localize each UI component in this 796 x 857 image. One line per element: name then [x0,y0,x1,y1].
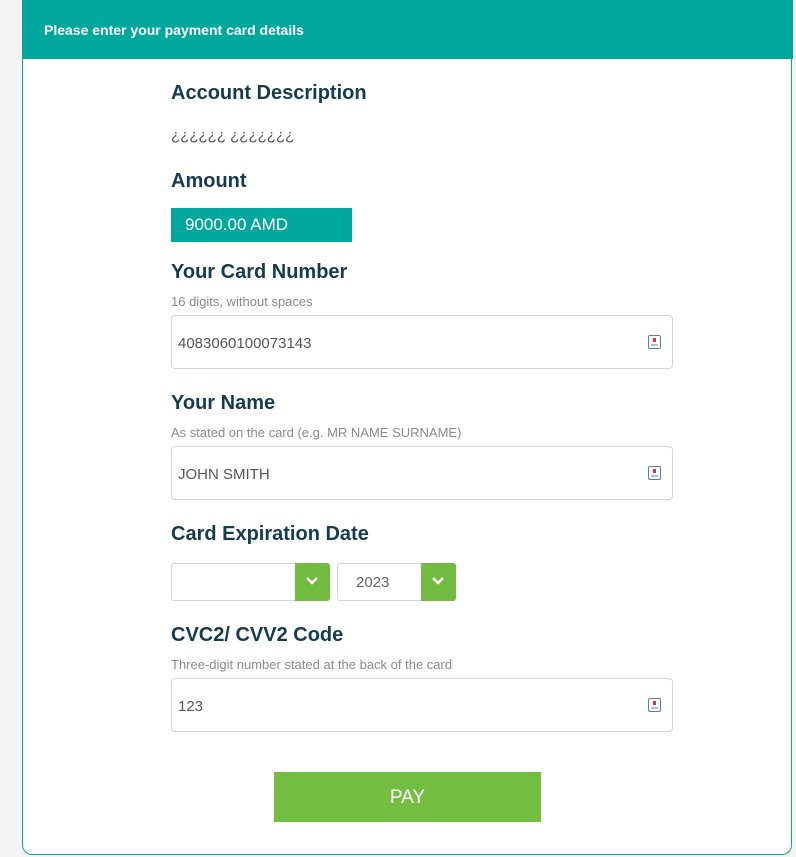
expiry-year-value: 2023 [356,574,390,591]
cvc-label: CVC2/ CVV2 Code [171,624,344,646]
card-number-input[interactable] [172,316,640,370]
virtual-keyboard-icon[interactable] [648,698,661,712]
expiry-year-select[interactable]: 2023 [337,563,456,601]
card-number-hint: 16 digits, without spaces [171,294,313,309]
account-description-value: ¿¿¿¿¿¿ ¿¿¿¿¿¿¿ [171,127,295,144]
account-description-label: Account Description [171,82,367,104]
chevron-down-icon[interactable] [295,563,330,601]
pay-button[interactable]: PAY [274,772,541,822]
name-hint: As stated on the card (e.g. MR NAME SURN… [171,425,462,440]
chevron-down-icon[interactable] [421,563,456,601]
payment-card-form: Please enter your payment card details A… [22,0,793,855]
virtual-keyboard-icon[interactable] [648,335,661,349]
amount-value: 9000.00 AMD [171,208,352,242]
expiry-label: Card Expiration Date [171,523,369,545]
virtual-keyboard-icon[interactable] [648,466,661,480]
name-label: Your Name [171,392,276,414]
cvc-input[interactable] [172,679,640,733]
cvc-hint: Three-digit number stated at the back of… [171,657,453,672]
cvc-field[interactable] [171,678,673,733]
name-input[interactable] [172,447,640,501]
amount-label: Amount [171,170,247,192]
expiry-month-select[interactable] [171,563,330,601]
card-number-label: Your Card Number [171,261,348,283]
card-number-field[interactable] [171,315,673,370]
form-header: Please enter your payment card details [23,0,793,59]
form-header-title: Please enter your payment card details [44,22,304,38]
name-field[interactable] [171,446,673,501]
